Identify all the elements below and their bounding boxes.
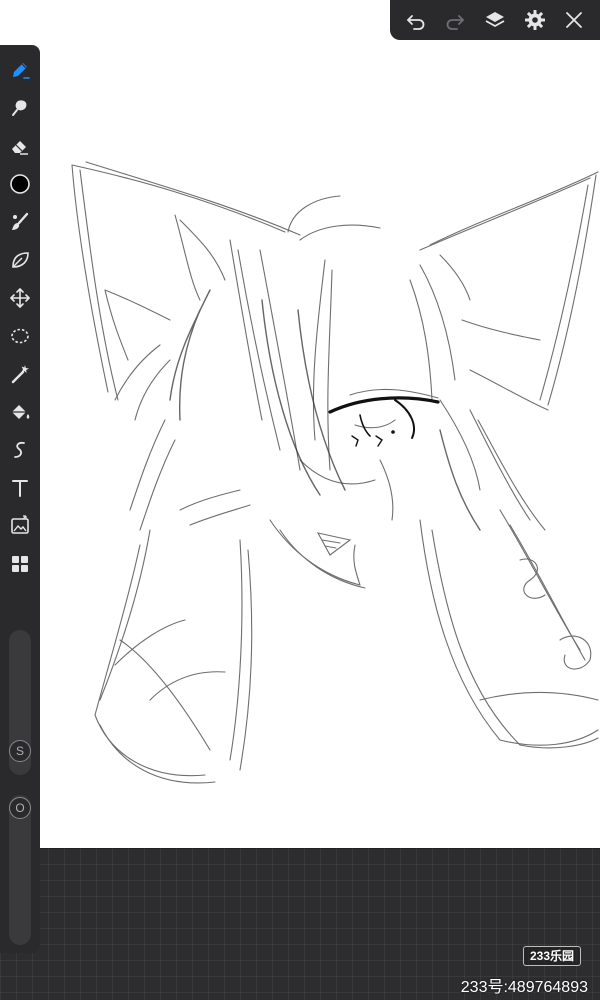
eraser-icon[interactable] xyxy=(5,131,35,161)
brush-size-label: S xyxy=(15,744,24,758)
fill-bucket-icon[interactable] xyxy=(5,397,35,427)
smudge-brush-icon[interactable] xyxy=(5,93,35,123)
curve-ruler-icon[interactable] xyxy=(5,435,35,465)
top-toolbar xyxy=(390,0,600,40)
brush-size-handle[interactable]: S xyxy=(9,740,31,762)
opacity-label: O xyxy=(15,801,25,815)
grid-layout-icon[interactable] xyxy=(5,549,35,579)
lasso-select-icon[interactable] xyxy=(5,321,35,351)
watermark-id: 233号:489764893 xyxy=(460,979,588,996)
sketch-artwork xyxy=(71,161,599,784)
settings-icon[interactable] xyxy=(520,5,550,35)
watermark-logo: 233乐园 xyxy=(523,946,582,966)
transform-move-icon[interactable] xyxy=(5,283,35,313)
opacity-handle[interactable]: O xyxy=(9,797,31,819)
image-import-icon[interactable] xyxy=(5,511,35,541)
magic-wand-icon[interactable] xyxy=(5,359,35,389)
layers-icon[interactable] xyxy=(480,5,510,35)
text-tool-icon[interactable] xyxy=(5,473,35,503)
app-screen: S O 233乐园 233号:489764893 xyxy=(0,0,600,1000)
tool-sidebar: S O xyxy=(0,45,40,953)
undo-icon[interactable] xyxy=(401,5,431,35)
brush-icon[interactable] xyxy=(5,207,35,237)
redo-icon[interactable] xyxy=(440,5,470,35)
pen-icon[interactable] xyxy=(5,55,35,85)
leaf-brush-icon[interactable] xyxy=(5,245,35,275)
color-swatch-icon[interactable] xyxy=(5,169,35,199)
drawing-canvas[interactable] xyxy=(0,0,600,848)
close-icon[interactable] xyxy=(559,5,589,35)
